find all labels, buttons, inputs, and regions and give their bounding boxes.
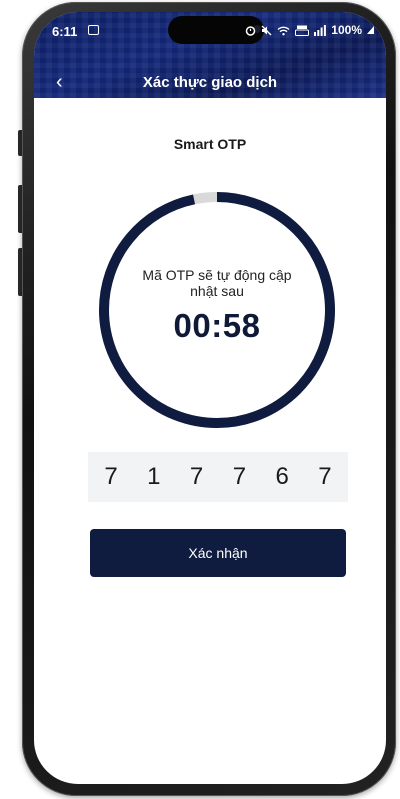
countdown-ring: Mã OTP sẽ tự động cập nhật sau 00:58 [94, 187, 340, 433]
smart-otp-title: Smart OTP [173, 136, 247, 152]
battery-level: 100% [331, 23, 362, 37]
image-icon [88, 25, 99, 35]
status-time: 6:11 [52, 24, 78, 39]
confirm-button[interactable]: Xác nhận [90, 529, 346, 577]
countdown-caption: Mã OTP sẽ tự động cập nhật sau [142, 267, 292, 299]
alarm-icon [246, 25, 256, 36]
status-icons: 100% [245, 23, 374, 37]
signal-icon [314, 24, 327, 36]
otp-digit-1: 7 [104, 463, 118, 490]
otp-digit-6: 7 [318, 463, 332, 490]
countdown-timer: 00:58 [173, 307, 261, 344]
app-header: 6:11 100% ‹ Xác thực giao dịch [34, 12, 386, 98]
volte-icon [295, 25, 310, 36]
otp-code-display: 7 1 7 7 6 7 [88, 452, 348, 502]
otp-digit-4: 7 [232, 463, 247, 490]
otp-digit-3: 7 [189, 463, 204, 490]
page-title: Xác thực giao dịch [142, 74, 278, 91]
otp-digit-2: 1 [147, 463, 161, 490]
countdown-text: Mã OTP sẽ tự động cập nhật sau 00:58 [94, 187, 340, 433]
phone-screen: 6:11 100% ‹ Xác thực giao dịch Smart OTP… [34, 12, 386, 784]
screenshot-stage: 6:11 100% ‹ Xác thực giao dịch Smart OTP… [0, 0, 400, 799]
wifi-icon [277, 26, 290, 35]
mute-icon [261, 25, 272, 35]
battery-icon [367, 26, 374, 34]
otp-digit-5: 6 [275, 463, 289, 490]
